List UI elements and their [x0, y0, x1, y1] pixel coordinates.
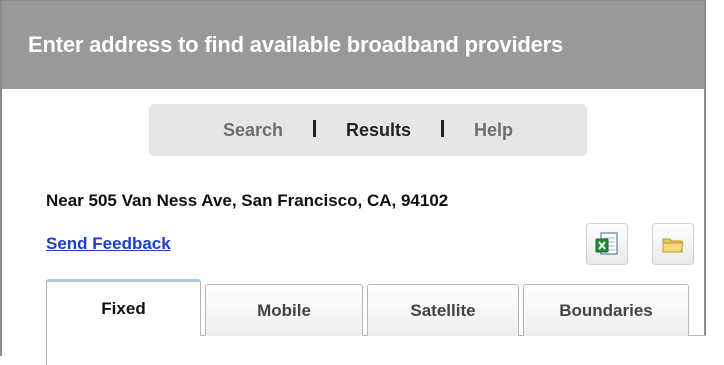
tab-mobile[interactable]: Mobile: [205, 284, 363, 336]
folder-icon: [662, 238, 684, 253]
excel-icon: [595, 232, 618, 255]
results-tabs: Fixed Mobile Satellite Boundaries: [46, 279, 708, 365]
tab-satellite[interactable]: Satellite: [367, 284, 519, 336]
open-folder-button[interactable]: [652, 223, 694, 265]
location-text: Near 505 Van Ness Ave, San Francisco, CA…: [46, 191, 449, 210]
nav-help[interactable]: Help: [474, 120, 513, 141]
nav-search[interactable]: Search: [223, 120, 283, 141]
tab-boundaries[interactable]: Boundaries: [523, 284, 689, 336]
tab-panel: [46, 335, 706, 365]
nav-results[interactable]: Results: [346, 120, 411, 141]
results-nav: Search Results Help: [149, 104, 587, 156]
header-bar: Enter address to find available broadban…: [2, 1, 704, 89]
nav-separator: [313, 119, 316, 137]
app-frame: Enter address to find available broadban…: [0, 0, 708, 365]
send-feedback-link[interactable]: Send Feedback: [46, 234, 171, 254]
tab-fixed[interactable]: Fixed: [46, 279, 201, 336]
nav-separator: [441, 119, 445, 137]
tab-strip: Fixed Mobile Satellite Boundaries: [46, 279, 693, 336]
export-excel-button[interactable]: [586, 223, 628, 265]
header-title: Enter address to find available broadban…: [28, 32, 564, 57]
